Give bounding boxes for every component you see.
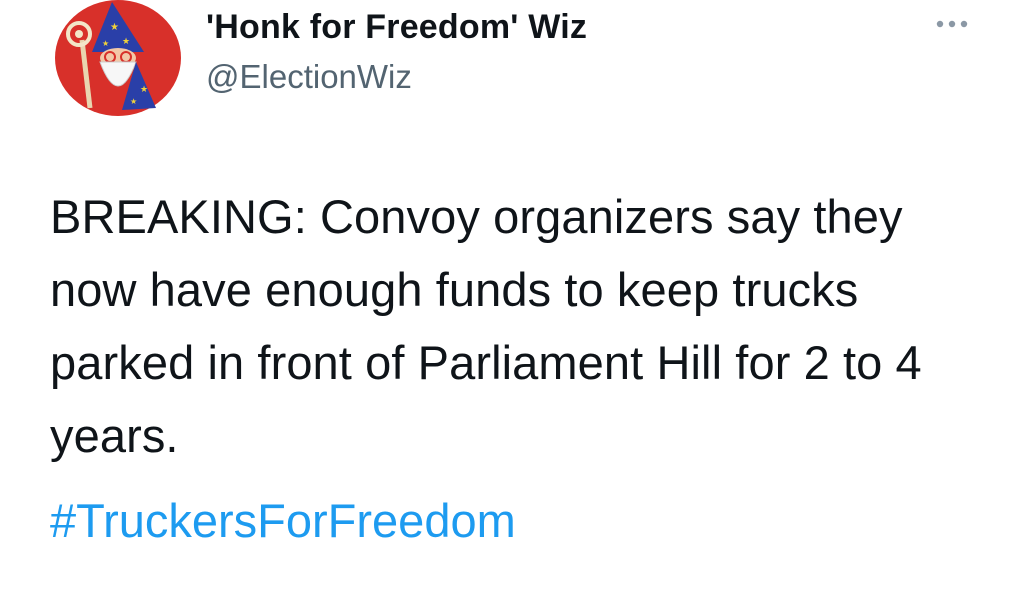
display-name[interactable]: 'Honk for Freedom' Wiz [206,8,587,47]
more-options-icon [936,20,968,28]
svg-text:★: ★ [122,37,130,47]
tweet-text: BREAKING: Convoy organizers say they now… [50,190,922,462]
svg-text:★: ★ [140,85,148,95]
svg-text:★: ★ [110,22,119,33]
avatar[interactable]: ★ ★ ★ ★ ★ [52,0,184,118]
svg-text:★: ★ [130,97,137,106]
user-handle[interactable]: @ElectionWiz [206,58,412,96]
wizard-avatar-icon: ★ ★ ★ ★ ★ [55,0,181,116]
svg-text:★: ★ [102,39,109,48]
tweet-card: ★ ★ ★ ★ ★ 'Honk for Freedom' Wiz @Electi… [0,0,1024,602]
more-options-button[interactable] [930,12,974,36]
hashtag-link[interactable]: #TruckersForFreedom [50,484,516,557]
